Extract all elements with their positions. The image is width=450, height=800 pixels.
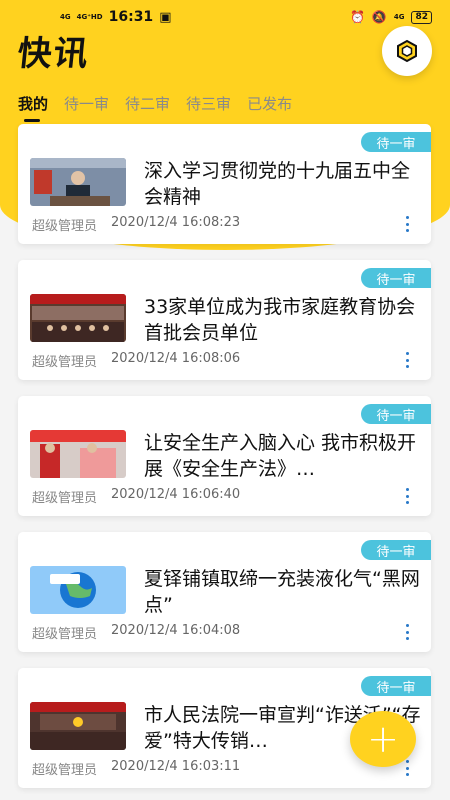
alarm-icon: ⏰ [349,10,365,24]
clock: 16:31 [108,9,154,25]
article-meta: 超级管理员 2020/12/4 16:04:08 [32,623,240,642]
tab-second-review[interactable]: 待二审 [125,93,170,120]
article-datetime: 2020/12/4 16:04:08 [111,623,241,638]
tab-mine[interactable]: 我的 [18,93,48,122]
tab-third-review[interactable]: 待三审 [186,93,231,120]
article-card[interactable]: 待一审 深入学习贯彻党的十九届五中全会精神 超级管理员 2020/12/4 16… [18,124,431,244]
article-author: 超级管理员 [32,355,98,370]
more-options-icon[interactable] [405,352,409,368]
article-author: 超级管理员 [32,763,98,778]
more-options-icon[interactable] [405,488,409,504]
article-thumbnail [30,294,126,342]
article-thumbnail [30,702,126,750]
article-datetime: 2020/12/4 16:08:23 [111,215,241,230]
status-badge: 待一审 [361,676,431,696]
article-meta: 超级管理员 2020/12/4 16:08:06 [32,351,240,370]
article-title: 33家单位成为我市家庭教育协会首批会员单位 [144,296,416,344]
tab-first-review[interactable]: 待一审 [64,93,109,120]
article-meta: 超级管理员 2020/12/4 16:06:40 [32,487,240,506]
article-title: 夏铎铺镇取缔一充装液化气“黑网点” [144,568,420,616]
status-badge: 待一审 [361,540,431,560]
article-datetime: 2020/12/4 16:03:11 [111,759,241,774]
more-options-icon[interactable] [405,624,409,640]
mute-icon: 🔕 [371,10,387,24]
tab-published[interactable]: 已发布 [247,93,292,120]
article-datetime: 2020/12/4 16:08:06 [111,351,241,366]
status-badge: 待一审 [361,404,431,424]
article-card[interactable]: 待一审 33家单位成为我市家庭教育协会首批会员单位 超级管理员 2020/12/… [18,260,431,380]
battery-indicator: 82 [411,10,432,24]
article-thumbnail [30,430,126,478]
hexagon-icon [397,39,417,63]
add-article-button[interactable]: + [350,711,416,767]
article-card[interactable]: 待一审 夏铎铺镇取缔一充装液化气“黑网点” 超级管理员 2020/12/4 16… [18,532,431,652]
article-author: 超级管理员 [32,627,98,642]
tab-bar: 我的 待一审 待二审 待三审 已发布 [18,93,292,122]
article-datetime: 2020/12/4 16:06:40 [111,487,241,502]
article-meta: 超级管理员 2020/12/4 16:08:23 [32,215,240,234]
more-options-icon[interactable] [405,216,409,232]
signal-indicator-2: 4G⁺HD [76,13,103,21]
article-title: 深入学习贯彻党的十九届五中全会精神 [144,160,411,208]
article-author: 超级管理员 [32,491,98,506]
sim-icon: ▣ [159,9,172,25]
status-badge: 待一审 [361,268,431,288]
signal-indicator: 4G [60,13,71,21]
status-badge: 待一审 [361,132,431,152]
article-author: 超级管理员 [32,219,98,234]
article-title: 让安全生产入脑入心 我市积极开展《安全生产法》… [144,432,417,480]
article-meta: 超级管理员 2020/12/4 16:03:11 [32,759,240,778]
article-thumbnail [30,566,126,614]
network-indicator: 4G [393,13,405,21]
page-title: 快讯 [15,34,92,74]
more-options-icon[interactable] [405,760,409,776]
article-thumbnail [30,158,126,206]
article-card[interactable]: 待一审 让安全生产入脑入心 我市积极开展《安全生产法》… 超级管理员 2020/… [18,396,431,516]
settings-hex-button[interactable] [382,26,432,76]
